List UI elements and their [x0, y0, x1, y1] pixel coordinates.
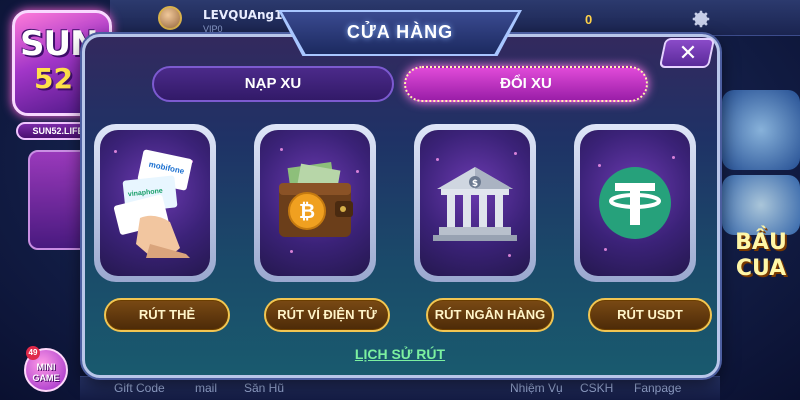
- coin-balance: 0: [585, 12, 593, 27]
- bitcoin-wallet-icon: ₿: [279, 162, 353, 237]
- gear-icon[interactable]: [690, 8, 712, 30]
- close-icon[interactable]: ✕: [675, 40, 701, 66]
- avatar[interactable]: [158, 6, 182, 30]
- game-tile-bau-cua[interactable]: BẦU CUA: [722, 230, 800, 310]
- svg-text:$: $: [472, 179, 478, 189]
- logo-number: 52: [34, 62, 73, 95]
- option-card-rut-vi-dien-tu[interactable]: ₿: [254, 124, 376, 282]
- svg-text:₿: ₿: [299, 199, 315, 223]
- game-tile-right-middle[interactable]: [722, 175, 800, 235]
- bank-icon: $: [433, 167, 517, 241]
- tab-nap-xu[interactable]: NẠP XU: [152, 66, 394, 102]
- bottom-nav: [80, 376, 720, 400]
- rut-the-button[interactable]: RÚT THẺ: [104, 298, 230, 332]
- option-card-rut-usdt[interactable]: [574, 124, 696, 282]
- username: LEVQUAng1: [203, 8, 283, 22]
- game-tile-right-top[interactable]: [722, 90, 800, 170]
- phone-card-icon: mobifone vinaphone: [113, 149, 193, 258]
- withdraw-history-link[interactable]: LỊCH SỬ RÚT: [340, 346, 460, 362]
- vip-label: VIP0: [203, 24, 223, 34]
- option-card-rut-ngan-hang[interactable]: $: [414, 124, 536, 282]
- bottom-nav-cskh[interactable]: CSKH: [580, 381, 613, 395]
- tab-doi-xu[interactable]: ĐỔI XU: [404, 66, 648, 102]
- mini-game-badge: 49: [26, 346, 40, 360]
- option-card-rut-the[interactable]: mobifone vinaphone: [94, 124, 216, 282]
- bottom-nav-gift-code[interactable]: Gift Code: [114, 381, 165, 395]
- bottom-nav-fanpage[interactable]: Fanpage: [634, 381, 681, 395]
- bottom-nav-nhiem-vu[interactable]: Nhiệm Vụ: [510, 381, 563, 395]
- rut-vi-dien-tu-button[interactable]: RÚT VÍ ĐIỆN TỬ: [264, 298, 390, 332]
- rut-ngan-hang-button[interactable]: RÚT NGÂN HÀNG: [426, 298, 554, 332]
- bottom-nav-san-hu[interactable]: Săn Hũ: [244, 381, 284, 395]
- rut-usdt-button[interactable]: RÚT USDT: [588, 298, 712, 332]
- tether-icon: [599, 167, 671, 239]
- modal-title: CỬA HÀNG: [346, 22, 454, 42]
- bottom-nav-mail[interactable]: mail: [195, 381, 217, 395]
